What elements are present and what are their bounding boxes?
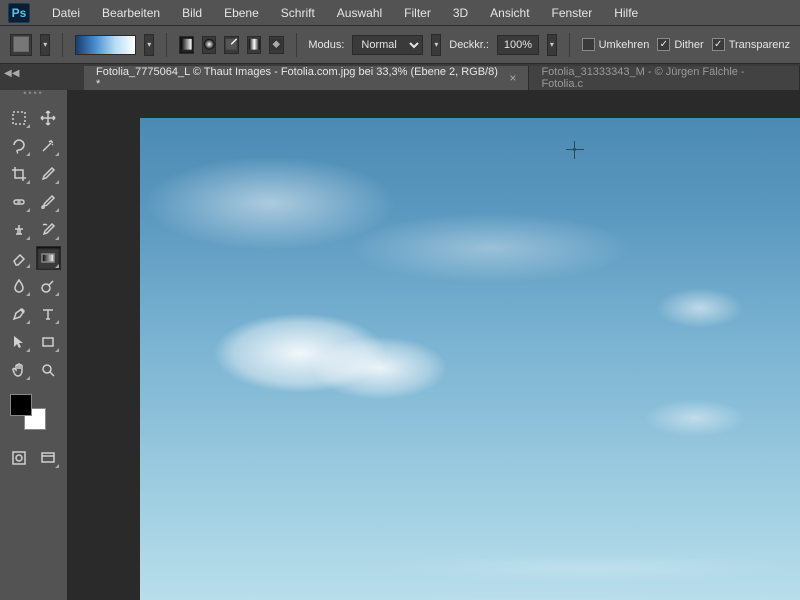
pen-tool[interactable]	[6, 302, 32, 326]
eraser-tool[interactable]	[6, 246, 32, 270]
clone-stamp-tool[interactable]	[6, 218, 32, 242]
gradient-radial[interactable]	[202, 36, 217, 54]
document-tab-bar: ◀◀ Fotolia_7775064_L © Thaut Images - Fo…	[0, 64, 800, 90]
rectangle-tool[interactable]	[36, 330, 62, 354]
brush-tool[interactable]	[36, 190, 62, 214]
modus-dropdown[interactable]: ▾	[431, 34, 441, 56]
healing-brush-tool[interactable]	[6, 190, 32, 214]
deckkraft-label: Deckkr.:	[449, 39, 489, 51]
checkbox-icon: ✓	[657, 38, 670, 51]
menu-3d[interactable]: 3D	[443, 2, 478, 24]
path-selection-tool[interactable]	[6, 330, 32, 354]
document-canvas[interactable]	[140, 118, 800, 600]
transparenz-label: Transparenz	[729, 39, 790, 51]
magic-wand-tool[interactable]	[36, 134, 62, 158]
menu-ebene[interactable]: Ebene	[214, 2, 269, 24]
menu-datei[interactable]: Datei	[42, 2, 90, 24]
lasso-tool[interactable]	[6, 134, 32, 158]
menu-fenster[interactable]: Fenster	[542, 2, 603, 24]
modus-select[interactable]: Normal	[352, 35, 423, 55]
modus-label: Modus:	[308, 39, 344, 51]
separator	[296, 33, 297, 57]
panel-collapse-icon[interactable]: ◀◀	[4, 68, 19, 79]
transparenz-checkbox[interactable]: ✓ Transparenz	[712, 38, 790, 51]
menu-filter[interactable]: Filter	[394, 2, 441, 24]
type-tool[interactable]	[36, 302, 62, 326]
separator	[569, 33, 570, 57]
gradient-preview[interactable]	[75, 35, 136, 55]
canvas-image	[140, 118, 800, 600]
tab-title: Fotolia_31333343_M - © Jürgen Fälchle - …	[541, 66, 787, 90]
deckkraft-dropdown[interactable]: ▾	[547, 34, 557, 56]
umkehren-checkbox[interactable]: Umkehren	[582, 38, 650, 51]
workspace: ••••	[0, 90, 800, 600]
history-brush-tool[interactable]	[36, 218, 62, 242]
deckkraft-input[interactable]	[497, 35, 539, 55]
gradient-tool[interactable]	[36, 246, 62, 270]
checkbox-icon: ✓	[712, 38, 725, 51]
document-tab-inactive[interactable]: Fotolia_31333343_M - © Jürgen Fälchle - …	[529, 66, 800, 90]
canvas-area[interactable]	[68, 90, 800, 600]
umkehren-label: Umkehren	[599, 39, 650, 51]
panel-grip-icon[interactable]: ••••	[23, 88, 44, 98]
menu-bar: Ps Datei Bearbeiten Bild Ebene Schrift A…	[0, 0, 800, 26]
dither-label: Dither	[674, 39, 703, 51]
menu-bearbeiten[interactable]: Bearbeiten	[92, 2, 170, 24]
tool-preset-picker[interactable]	[10, 34, 32, 56]
separator	[166, 33, 167, 57]
gradient-picker-dropdown[interactable]: ▾	[144, 34, 154, 56]
app-logo: Ps	[8, 3, 30, 23]
separator	[62, 33, 63, 57]
marquee-tool[interactable]	[6, 106, 32, 130]
tab-title: Fotolia_7775064_L © Thaut Images - Fotol…	[96, 66, 501, 90]
crop-tool[interactable]	[6, 162, 32, 186]
options-bar: ▾ ▾ Modus: Normal ▾ Deckkr.: ▾ Umkehren …	[0, 26, 800, 64]
menu-hilfe[interactable]: Hilfe	[604, 2, 648, 24]
eyedropper-tool[interactable]	[36, 162, 62, 186]
gradient-diamond[interactable]	[269, 36, 284, 54]
blur-tool[interactable]	[6, 274, 32, 298]
menu-schrift[interactable]: Schrift	[271, 2, 325, 24]
document-tab-active[interactable]: Fotolia_7775064_L © Thaut Images - Fotol…	[84, 66, 529, 90]
tool-preset-dropdown[interactable]: ▾	[40, 34, 50, 56]
color-swatches[interactable]	[10, 394, 46, 430]
zoom-tool[interactable]	[36, 358, 62, 382]
move-tool[interactable]	[36, 106, 62, 130]
toolbox: ••••	[0, 90, 68, 600]
screen-mode-tool[interactable]	[36, 446, 62, 470]
dither-checkbox[interactable]: ✓ Dither	[657, 38, 703, 51]
menu-ansicht[interactable]: Ansicht	[480, 2, 539, 24]
gradient-reflected[interactable]	[247, 36, 262, 54]
hand-tool[interactable]	[6, 358, 32, 382]
gradient-linear[interactable]	[179, 36, 194, 54]
gradient-angle[interactable]	[224, 36, 239, 54]
close-icon[interactable]: ×	[509, 71, 516, 85]
menu-auswahl[interactable]: Auswahl	[327, 2, 392, 24]
foreground-color[interactable]	[10, 394, 32, 416]
quick-mask-tool[interactable]	[6, 446, 32, 470]
menu-bild[interactable]: Bild	[172, 2, 212, 24]
dodge-tool[interactable]	[36, 274, 62, 298]
checkbox-icon	[582, 38, 595, 51]
